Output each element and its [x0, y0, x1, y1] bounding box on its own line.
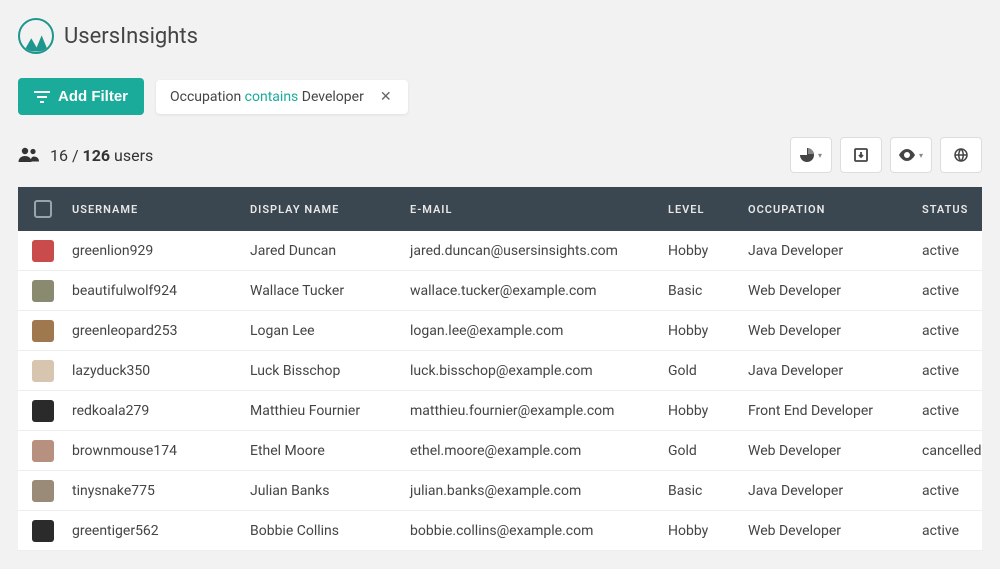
display-name-cell: Luck Bisschop [250, 363, 410, 379]
table-row[interactable]: redkoala279Matthieu Fourniermatthieu.fou… [18, 391, 982, 431]
table-row[interactable]: greenlion929Jared Duncanjared.duncan@use… [18, 231, 982, 271]
level-cell: Hobby [668, 323, 748, 339]
avatar [32, 480, 54, 502]
chevron-down-icon: ▾ [919, 151, 923, 160]
avatar [32, 400, 54, 422]
email-cell: luck.bisschop@example.com [410, 363, 668, 379]
username-cell[interactable]: lazyduck350 [68, 363, 250, 379]
email-cell: ethel.moore@example.com [410, 443, 668, 459]
status-cell: cancelled [922, 443, 982, 459]
status-cell: active [922, 483, 982, 499]
display-name-cell: Bobbie Collins [250, 523, 410, 539]
avatar [32, 440, 54, 462]
level-cell: Hobby [668, 403, 748, 419]
column-header-level[interactable]: LEVEL [668, 203, 748, 216]
status-cell: active [922, 523, 982, 539]
level-cell: Gold [668, 363, 748, 379]
level-cell: Basic [668, 483, 748, 499]
username-cell[interactable]: beautifulwolf924 [68, 283, 250, 299]
display-name-cell: Wallace Tucker [250, 283, 410, 299]
occupation-cell: Java Developer [748, 483, 922, 499]
chevron-down-icon: ▾ [818, 151, 822, 160]
column-header-status[interactable]: STATUS [922, 203, 982, 216]
status-cell: active [922, 323, 982, 339]
username-cell[interactable]: greenleopard253 [68, 323, 250, 339]
display-name-cell: Ethel Moore [250, 443, 410, 459]
table-row[interactable]: lazyduck350Luck Bisschopluck.bisschop@ex… [18, 351, 982, 391]
occupation-cell: Web Developer [748, 443, 922, 459]
display-name-cell: Jared Duncan [250, 243, 410, 259]
remove-filter-icon[interactable]: ✕ [378, 89, 394, 105]
globe-icon [954, 148, 968, 162]
username-cell[interactable]: redkoala279 [68, 403, 250, 419]
eye-icon [899, 149, 915, 161]
table-row[interactable]: brownmouse174Ethel Mooreethel.moore@exam… [18, 431, 982, 471]
level-cell: Gold [668, 443, 748, 459]
users-icon [18, 147, 40, 163]
brand-logo: UsersInsights [18, 18, 982, 54]
column-header-email[interactable]: E-MAIL [410, 203, 668, 216]
avatar [32, 360, 54, 382]
filter-chip-occupation[interactable]: Occupation contains Developer ✕ [156, 80, 408, 114]
level-cell: Hobby [668, 523, 748, 539]
column-header-occupation[interactable]: OCCUPATION [748, 203, 922, 216]
select-all-checkbox[interactable] [34, 200, 52, 218]
occupation-cell: Java Developer [748, 243, 922, 259]
email-cell: matthieu.fournier@example.com [410, 403, 668, 419]
table-row[interactable]: beautifulwolf924Wallace Tuckerwallace.tu… [18, 271, 982, 311]
occupation-cell: Web Developer [748, 523, 922, 539]
username-cell[interactable]: brownmouse174 [68, 443, 250, 459]
columns-button[interactable]: ▾ [890, 137, 932, 173]
display-name-cell: Logan Lee [250, 323, 410, 339]
status-cell: active [922, 243, 982, 259]
pie-chart-icon [800, 148, 814, 162]
username-cell[interactable]: greentiger562 [68, 523, 250, 539]
toolbar: ▾ ▾ [790, 137, 982, 173]
display-name-cell: Matthieu Fournier [250, 403, 410, 419]
column-header-username[interactable]: USERNAME [68, 203, 250, 216]
email-cell: wallace.tucker@example.com [410, 283, 668, 299]
username-cell[interactable]: tinysnake775 [68, 483, 250, 499]
table-row[interactable]: tinysnake775Julian Banksjulian.banks@exa… [18, 471, 982, 511]
occupation-cell: Java Developer [748, 363, 922, 379]
column-header-display[interactable]: DISPLAY NAME [250, 203, 410, 216]
email-cell: julian.banks@example.com [410, 483, 668, 499]
avatar [32, 280, 54, 302]
level-cell: Hobby [668, 243, 748, 259]
occupation-cell: Web Developer [748, 283, 922, 299]
table-header: USERNAME DISPLAY NAME E-MAIL LEVEL OCCUP… [18, 187, 982, 231]
display-name-cell: Julian Banks [250, 483, 410, 499]
export-button[interactable] [840, 137, 882, 173]
export-icon [854, 148, 868, 162]
avatar [32, 320, 54, 342]
user-count: 16 / 126 users [18, 146, 153, 165]
occupation-cell: Web Developer [748, 323, 922, 339]
username-cell[interactable]: greenlion929 [68, 243, 250, 259]
status-cell: active [922, 283, 982, 299]
email-cell: logan.lee@example.com [410, 323, 668, 339]
filter-icon [34, 90, 50, 104]
occupation-cell: Front End Developer [748, 403, 922, 419]
level-cell: Basic [668, 283, 748, 299]
filter-bar: Add Filter Occupation contains Developer… [18, 78, 982, 115]
status-cell: active [922, 363, 982, 379]
filter-chip-text: Occupation contains Developer [170, 89, 364, 105]
table-row[interactable]: greenleopard253Logan Leelogan.lee@exampl… [18, 311, 982, 351]
brand-name: UsersInsights [64, 24, 198, 49]
table-row[interactable]: greentiger562Bobbie Collinsbobbie.collin… [18, 511, 982, 551]
mountain-icon [18, 18, 54, 54]
segments-button[interactable]: ▾ [790, 137, 832, 173]
avatar [32, 240, 54, 262]
status-cell: active [922, 403, 982, 419]
add-filter-label: Add Filter [58, 88, 128, 105]
users-table: USERNAME DISPLAY NAME E-MAIL LEVEL OCCUP… [18, 187, 982, 551]
geo-button[interactable] [940, 137, 982, 173]
avatar [32, 520, 54, 542]
email-cell: bobbie.collins@example.com [410, 523, 668, 539]
add-filter-button[interactable]: Add Filter [18, 78, 144, 115]
email-cell: jared.duncan@usersinsights.com [410, 243, 668, 259]
